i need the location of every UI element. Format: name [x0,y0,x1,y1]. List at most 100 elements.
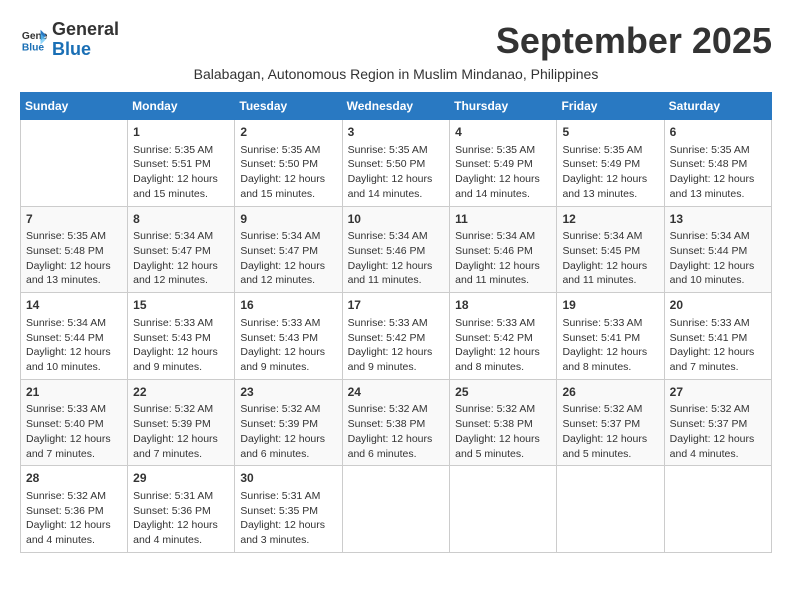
day-header-wednesday: Wednesday [342,93,450,120]
date-number: 10 [348,211,445,228]
cell-info: Sunrise: 5:35 AM Sunset: 5:50 PM Dayligh… [240,143,336,202]
cell-info: Sunrise: 5:33 AM Sunset: 5:43 PM Dayligh… [240,316,336,375]
logo-blue-text: Blue [52,39,91,59]
date-number: 8 [133,211,229,228]
date-number: 14 [26,297,122,314]
calendar-cell: 2Sunrise: 5:35 AM Sunset: 5:50 PM Daylig… [235,120,342,207]
date-number: 15 [133,297,229,314]
date-number: 30 [240,470,336,487]
day-header-thursday: Thursday [450,93,557,120]
cell-info: Sunrise: 5:35 AM Sunset: 5:51 PM Dayligh… [133,143,229,202]
logo-general-text: General [52,19,119,39]
cell-info: Sunrise: 5:34 AM Sunset: 5:44 PM Dayligh… [26,316,122,375]
cell-info: Sunrise: 5:35 AM Sunset: 5:50 PM Dayligh… [348,143,445,202]
date-number: 12 [562,211,658,228]
date-number: 1 [133,124,229,141]
cell-info: Sunrise: 5:31 AM Sunset: 5:35 PM Dayligh… [240,489,336,548]
calendar-cell: 22Sunrise: 5:32 AM Sunset: 5:39 PM Dayli… [128,379,235,466]
date-number: 16 [240,297,336,314]
cell-info: Sunrise: 5:33 AM Sunset: 5:41 PM Dayligh… [670,316,766,375]
cell-info: Sunrise: 5:35 AM Sunset: 5:48 PM Dayligh… [26,229,122,288]
calendar-cell: 24Sunrise: 5:32 AM Sunset: 5:38 PM Dayli… [342,379,450,466]
date-number: 22 [133,384,229,401]
calendar-week-3: 14 Sunrise: 5:34 AM Sunset: 5:44 PM Dayli… [21,293,772,380]
cell-info: Sunrise: 5:35 AM Sunset: 5:48 PM Dayligh… [670,143,766,202]
cell-info: Sunrise: 5:34 AM Sunset: 5:45 PM Dayligh… [562,229,658,288]
cell-info: Sunrise: 5:33 AM Sunset: 5:43 PM Dayligh… [133,316,229,375]
date-number: 13 [670,211,766,228]
calendar-cell: 7Sunrise: 5:35 AM Sunset: 5:48 PM Daylig… [21,206,128,293]
subtitle: Balabagan, Autonomous Region in Muslim M… [20,66,772,82]
calendar-cell: 17 Sunrise: 5:33 AM Sunset: 5:42 PM Dayli… [342,293,450,380]
logo-icon: General Blue [20,26,48,54]
calendar-cell: 25Sunrise: 5:32 AM Sunset: 5:38 PM Dayli… [450,379,557,466]
cell-info: Sunrise: 5:33 AM Sunset: 5:41 PM Dayligh… [562,316,658,375]
cell-info: Sunrise: 5:34 AM Sunset: 5:44 PM Dayligh… [670,229,766,288]
calendar-cell [21,120,128,207]
calendar-cell: 3 Sunrise: 5:35 AM Sunset: 5:50 PM Daylig… [342,120,450,207]
cell-info: Sunrise: 5:32 AM Sunset: 5:39 PM Dayligh… [133,402,229,461]
calendar-cell: 26Sunrise: 5:32 AM Sunset: 5:37 PM Dayli… [557,379,664,466]
calendar-cell: 6 Sunrise: 5:35 AM Sunset: 5:48 PM Daylig… [664,120,771,207]
calendar-week-2: 7Sunrise: 5:35 AM Sunset: 5:48 PM Daylig… [21,206,772,293]
calendar-cell [342,466,450,553]
date-number: 23 [240,384,336,401]
month-title: September 2025 [496,20,772,62]
cell-info: Sunrise: 5:34 AM Sunset: 5:47 PM Dayligh… [240,229,336,288]
date-number: 3 [348,124,445,141]
calendar-cell: 19 Sunrise: 5:33 AM Sunset: 5:41 PM Dayli… [557,293,664,380]
calendar-cell: 27Sunrise: 5:32 AM Sunset: 5:37 PM Dayli… [664,379,771,466]
date-number: 19 [562,297,658,314]
calendar-cell: 15 Sunrise: 5:33 AM Sunset: 5:43 PM Dayli… [128,293,235,380]
calendar-cell: 29Sunrise: 5:31 AM Sunset: 5:36 PM Dayli… [128,466,235,553]
date-number: 26 [562,384,658,401]
header-row: SundayMondayTuesdayWednesdayThursdayFrid… [21,93,772,120]
cell-info: Sunrise: 5:34 AM Sunset: 5:46 PM Dayligh… [455,229,551,288]
calendar-cell: 5 Sunrise: 5:35 AM Sunset: 5:49 PM Daylig… [557,120,664,207]
cell-info: Sunrise: 5:32 AM Sunset: 5:38 PM Dayligh… [348,402,445,461]
calendar-cell: 28 Sunrise: 5:32 AM Sunset: 5:36 PM Dayli… [21,466,128,553]
date-number: 6 [670,124,766,141]
calendar-cell [664,466,771,553]
cell-info: Sunrise: 5:35 AM Sunset: 5:49 PM Dayligh… [562,143,658,202]
calendar-cell: 12Sunrise: 5:34 AM Sunset: 5:45 PM Dayli… [557,206,664,293]
date-number: 9 [240,211,336,228]
cell-info: Sunrise: 5:34 AM Sunset: 5:47 PM Dayligh… [133,229,229,288]
cell-info: Sunrise: 5:32 AM Sunset: 5:37 PM Dayligh… [562,402,658,461]
cell-info: Sunrise: 5:32 AM Sunset: 5:38 PM Dayligh… [455,402,551,461]
calendar-cell: 23Sunrise: 5:32 AM Sunset: 5:39 PM Dayli… [235,379,342,466]
calendar-cell: 11Sunrise: 5:34 AM Sunset: 5:46 PM Dayli… [450,206,557,293]
date-number: 28 [26,470,122,487]
cell-info: Sunrise: 5:33 AM Sunset: 5:42 PM Dayligh… [455,316,551,375]
calendar-cell: 14 Sunrise: 5:34 AM Sunset: 5:44 PM Dayli… [21,293,128,380]
cell-info: Sunrise: 5:33 AM Sunset: 5:40 PM Dayligh… [26,402,122,461]
calendar-cell: 18 Sunrise: 5:33 AM Sunset: 5:42 PM Dayli… [450,293,557,380]
day-header-sunday: Sunday [21,93,128,120]
calendar-cell: 4Sunrise: 5:35 AM Sunset: 5:49 PM Daylig… [450,120,557,207]
date-number: 17 [348,297,445,314]
calendar-cell: 10Sunrise: 5:34 AM Sunset: 5:46 PM Dayli… [342,206,450,293]
date-number: 21 [26,384,122,401]
logo: General Blue General Blue [20,20,119,60]
calendar-cell: 21Sunrise: 5:33 AM Sunset: 5:40 PM Dayli… [21,379,128,466]
calendar-cell [450,466,557,553]
calendar-cell: 30 Sunrise: 5:31 AM Sunset: 5:35 PM Dayli… [235,466,342,553]
day-header-friday: Friday [557,93,664,120]
date-number: 5 [562,124,658,141]
day-header-monday: Monday [128,93,235,120]
cell-info: Sunrise: 5:32 AM Sunset: 5:36 PM Dayligh… [26,489,122,548]
calendar-table: SundayMondayTuesdayWednesdayThursdayFrid… [20,92,772,553]
date-number: 20 [670,297,766,314]
date-number: 18 [455,297,551,314]
cell-info: Sunrise: 5:32 AM Sunset: 5:37 PM Dayligh… [670,402,766,461]
date-number: 7 [26,211,122,228]
date-number: 24 [348,384,445,401]
day-header-tuesday: Tuesday [235,93,342,120]
calendar-cell: 16 Sunrise: 5:33 AM Sunset: 5:43 PM Dayli… [235,293,342,380]
date-number: 25 [455,384,551,401]
calendar-week-4: 21Sunrise: 5:33 AM Sunset: 5:40 PM Dayli… [21,379,772,466]
cell-info: Sunrise: 5:33 AM Sunset: 5:42 PM Dayligh… [348,316,445,375]
calendar-cell: 9Sunrise: 5:34 AM Sunset: 5:47 PM Daylig… [235,206,342,293]
calendar-cell: 13Sunrise: 5:34 AM Sunset: 5:44 PM Dayli… [664,206,771,293]
date-number: 27 [670,384,766,401]
